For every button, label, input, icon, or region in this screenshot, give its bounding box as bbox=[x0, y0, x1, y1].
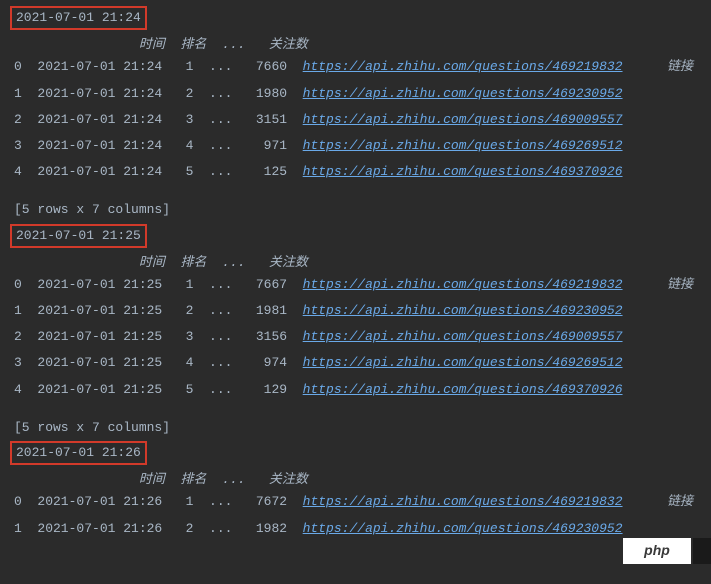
question-link[interactable]: https://api.zhihu.com/questions/46923095… bbox=[303, 303, 623, 318]
table-row: 4 2021-07-01 21:25 5 ... 129 https://api… bbox=[0, 381, 711, 399]
table-row: 2 2021-07-01 21:25 3 ... 3156 https://ap… bbox=[0, 328, 711, 346]
table-row: 1 2021-07-01 21:25 2 ... 1981 https://ap… bbox=[0, 302, 711, 320]
question-link[interactable]: https://api.zhihu.com/questions/46937092… bbox=[303, 164, 623, 179]
row-data: 4 2021-07-01 21:25 5 ... 129 bbox=[14, 382, 303, 397]
question-link[interactable]: https://api.zhihu.com/questions/46921983… bbox=[303, 494, 623, 509]
table-row: 3 2021-07-01 21:24 4 ... 971 https://api… bbox=[0, 137, 711, 155]
row-data: 0 2021-07-01 21:25 1 ... 7667 bbox=[14, 277, 303, 292]
output-block: 2021-07-01 21:24 时间 排名 ... 关注数链接0 2021-0… bbox=[0, 6, 711, 181]
header-link-col: 链接 bbox=[667, 493, 693, 511]
question-link[interactable]: https://api.zhihu.com/questions/46921983… bbox=[303, 59, 623, 74]
row-data: 3 2021-07-01 21:25 4 ... 974 bbox=[14, 355, 303, 370]
rows-cols-footer: [5 rows x 7 columns] bbox=[0, 201, 711, 219]
row-data: 4 2021-07-01 21:24 5 ... 125 bbox=[14, 164, 303, 179]
header-link-col: 链接 bbox=[667, 276, 693, 294]
table-row: 0 2021-07-01 21:24 1 ... 7660 https://ap… bbox=[0, 58, 711, 76]
question-link[interactable]: https://api.zhihu.com/questions/46937092… bbox=[303, 382, 623, 397]
row-data: 3 2021-07-01 21:24 4 ... 971 bbox=[14, 138, 303, 153]
table-header: 时间 排名 ... 关注数 bbox=[0, 471, 711, 489]
php-badge: php bbox=[623, 538, 691, 564]
table-row: 1 2021-07-01 21:24 2 ... 1980 https://ap… bbox=[0, 85, 711, 103]
row-data: 1 2021-07-01 21:24 2 ... 1980 bbox=[14, 86, 303, 101]
table-row: 0 2021-07-01 21:25 1 ... 7667 https://ap… bbox=[0, 276, 711, 294]
table-row: 2 2021-07-01 21:24 3 ... 3151 https://ap… bbox=[0, 111, 711, 129]
question-link[interactable]: https://api.zhihu.com/questions/46921983… bbox=[303, 277, 623, 292]
timestamp-highlight: 2021-07-01 21:26 bbox=[10, 441, 147, 465]
table-row: 1 2021-07-01 21:26 2 ... 1982 https://ap… bbox=[0, 520, 711, 538]
table-row: 0 2021-07-01 21:26 1 ... 7672 https://ap… bbox=[0, 493, 711, 511]
table-header: 时间 排名 ... 关注数 bbox=[0, 254, 711, 272]
row-data: 1 2021-07-01 21:26 2 ... 1982 bbox=[14, 521, 303, 536]
table-row: 3 2021-07-01 21:25 4 ... 974 https://api… bbox=[0, 354, 711, 372]
row-data: 2 2021-07-01 21:25 3 ... 3156 bbox=[14, 329, 303, 344]
dark-badge bbox=[693, 538, 711, 564]
row-data: 0 2021-07-01 21:26 1 ... 7672 bbox=[14, 494, 303, 509]
row-data: 2 2021-07-01 21:24 3 ... 3151 bbox=[14, 112, 303, 127]
output-block: [5 rows x 7 columns] 2021-07-01 21:26 时间 … bbox=[0, 419, 711, 538]
row-data: 1 2021-07-01 21:25 2 ... 1981 bbox=[14, 303, 303, 318]
timestamp-highlight: 2021-07-01 21:24 bbox=[10, 6, 147, 30]
question-link[interactable]: https://api.zhihu.com/questions/46923095… bbox=[303, 86, 623, 101]
table-row: 4 2021-07-01 21:24 5 ... 125 https://api… bbox=[0, 163, 711, 181]
question-link[interactable]: https://api.zhihu.com/questions/46926951… bbox=[303, 355, 623, 370]
question-link[interactable]: https://api.zhihu.com/questions/46926951… bbox=[303, 138, 623, 153]
row-data: 0 2021-07-01 21:24 1 ... 7660 bbox=[14, 59, 303, 74]
table-header: 时间 排名 ... 关注数 bbox=[0, 36, 711, 54]
rows-cols-footer: [5 rows x 7 columns] bbox=[0, 419, 711, 437]
output-block: [5 rows x 7 columns] 2021-07-01 21:25 时间 … bbox=[0, 201, 711, 399]
php-badge-text: php bbox=[644, 541, 670, 561]
question-link[interactable]: https://api.zhihu.com/questions/46900955… bbox=[303, 329, 623, 344]
timestamp-highlight: 2021-07-01 21:25 bbox=[10, 224, 147, 248]
question-link[interactable]: https://api.zhihu.com/questions/46900955… bbox=[303, 112, 623, 127]
question-link[interactable]: https://api.zhihu.com/questions/46923095… bbox=[303, 521, 623, 536]
header-link-col: 链接 bbox=[667, 58, 693, 76]
